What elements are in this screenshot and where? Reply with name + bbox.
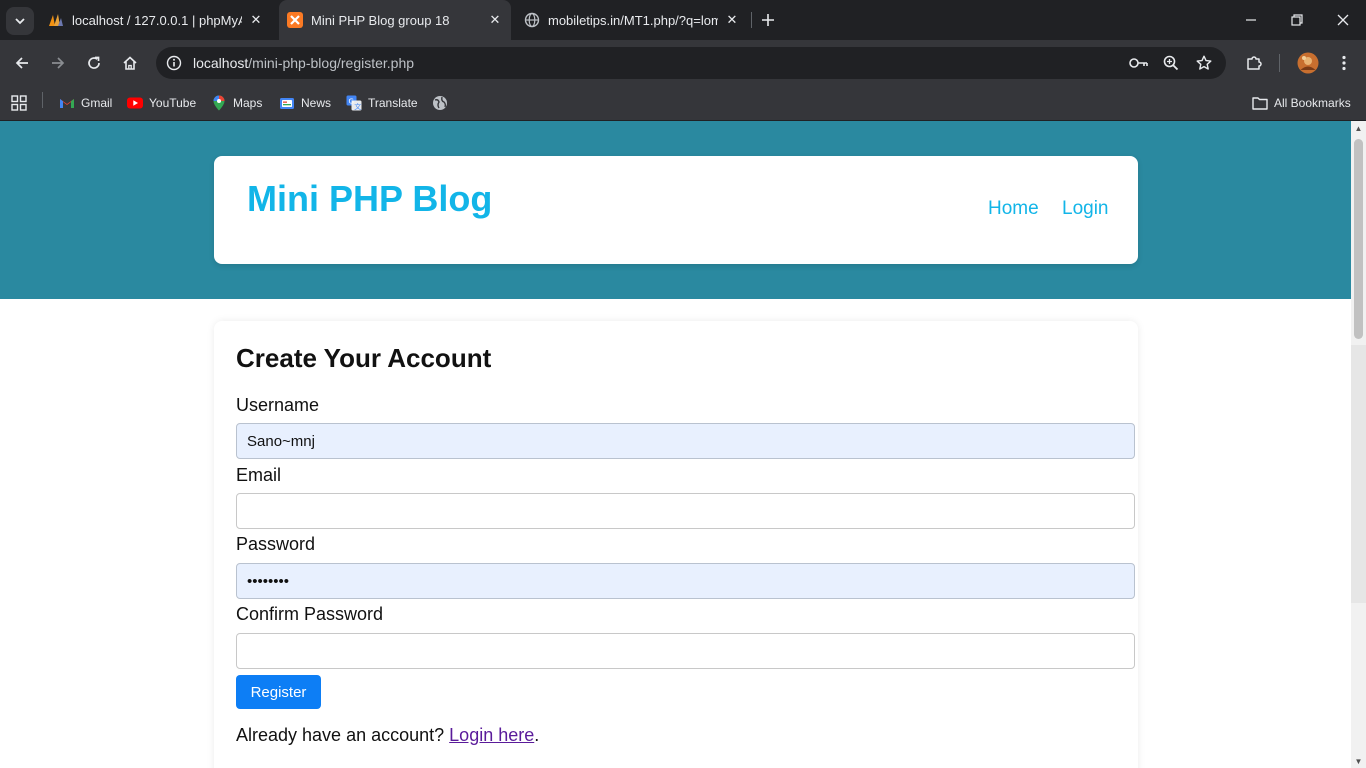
username-label: Username bbox=[236, 395, 320, 415]
login-prompt: Already have an account? Login here. bbox=[236, 725, 539, 746]
bookmarks-divider bbox=[42, 92, 43, 108]
site-brand[interactable]: Mini PHP Blog bbox=[247, 178, 492, 220]
bookmark-translate[interactable]: G文 Translate bbox=[346, 93, 418, 113]
reload-icon bbox=[88, 56, 100, 69]
page-viewport: Mini PHP Blog Home Login Create Your Acc… bbox=[0, 121, 1351, 768]
svg-text:G: G bbox=[349, 98, 354, 106]
tab-search-button[interactable] bbox=[6, 7, 34, 35]
bookmark-maps[interactable]: Maps bbox=[211, 93, 262, 113]
username-input[interactable] bbox=[236, 423, 1135, 459]
more-vert-icon bbox=[1342, 55, 1346, 71]
phpmyadmin-icon bbox=[48, 12, 64, 28]
folder-icon bbox=[1252, 95, 1268, 111]
nav-home-link[interactable]: Home bbox=[988, 198, 1039, 220]
password-label: Password bbox=[236, 534, 316, 554]
minimize-button[interactable] bbox=[1228, 0, 1274, 40]
url-text[interactable]: localhost/mini-php-blog/register.php bbox=[193, 55, 414, 71]
translate-icon: G文 bbox=[346, 95, 362, 111]
bookmark-label: Gmail bbox=[81, 96, 113, 110]
extensions-button[interactable] bbox=[1241, 50, 1267, 76]
maps-icon bbox=[211, 95, 227, 111]
bookmark-news[interactable]: News bbox=[279, 93, 331, 113]
all-bookmarks-label: All Bookmarks bbox=[1274, 96, 1351, 110]
close-icon[interactable]: ✕ bbox=[248, 12, 264, 28]
globe-icon bbox=[524, 12, 540, 28]
confirm-password-input[interactable] bbox=[236, 633, 1135, 669]
xampp-icon bbox=[287, 12, 303, 28]
tab-phpmyadmin[interactable]: localhost / 127.0.0.1 | phpMyAdmin ✕ bbox=[40, 0, 272, 40]
tab-title: mobiletips.in/MT1.php/?q=lomo bbox=[548, 12, 718, 28]
site-header: Mini PHP Blog Home Login bbox=[214, 156, 1138, 264]
restore-button[interactable] bbox=[1274, 0, 1320, 40]
bookmark-label: News bbox=[301, 96, 332, 110]
nav-login-link[interactable]: Login bbox=[1062, 198, 1109, 220]
puzzle-icon bbox=[1247, 56, 1262, 70]
bookmark-youtube[interactable]: YouTube bbox=[127, 93, 196, 113]
chevron-down-icon bbox=[15, 18, 25, 25]
close-icon bbox=[1337, 14, 1349, 26]
globe-icon bbox=[432, 95, 448, 111]
restore-icon bbox=[1291, 14, 1303, 26]
address-bar[interactable]: localhost/mini-php-blog/register.php bbox=[156, 47, 1226, 79]
tab-strip: localhost / 127.0.0.1 | phpMyAdmin ✕ Min… bbox=[0, 0, 1366, 40]
close-window-button[interactable] bbox=[1320, 0, 1366, 40]
apps-button[interactable] bbox=[11, 93, 27, 113]
arrow-right-icon bbox=[52, 57, 65, 69]
reload-button[interactable] bbox=[81, 50, 107, 76]
profile-avatar[interactable] bbox=[1294, 49, 1322, 77]
zoom-icon[interactable] bbox=[1161, 53, 1181, 73]
svg-text:文: 文 bbox=[354, 102, 361, 111]
gmail-icon bbox=[59, 95, 75, 111]
tab-title: Mini PHP Blog group 18 bbox=[311, 12, 450, 28]
login-prompt-text: Already have an account? bbox=[236, 725, 445, 745]
url-host: localhost bbox=[193, 55, 249, 71]
scroll-up-icon[interactable]: ▲ bbox=[1351, 121, 1366, 135]
url-path: /mini-php-blog/register.php bbox=[248, 55, 415, 71]
tab-title: localhost / 127.0.0.1 | phpMyAdmin bbox=[72, 12, 242, 28]
scrollbar-thumb[interactable] bbox=[1354, 139, 1363, 339]
register-button[interactable]: Register bbox=[236, 675, 321, 709]
bookmark-gmail[interactable]: Gmail bbox=[59, 93, 112, 113]
password-key-icon[interactable] bbox=[1129, 53, 1149, 73]
toolbar-divider bbox=[1279, 54, 1280, 72]
site-info-icon[interactable] bbox=[164, 53, 184, 73]
bookmark-star-icon[interactable] bbox=[1194, 53, 1214, 73]
apps-grid-icon bbox=[11, 95, 27, 111]
password-input[interactable] bbox=[236, 563, 1135, 599]
hero-banner: Mini PHP Blog Home Login bbox=[0, 121, 1351, 299]
confirm-password-label: Confirm Password bbox=[236, 604, 384, 624]
email-input[interactable] bbox=[236, 493, 1135, 529]
bookmark-label: YouTube bbox=[149, 96, 197, 110]
close-icon[interactable]: ✕ bbox=[724, 12, 740, 28]
news-icon bbox=[279, 95, 295, 111]
arrow-left-icon bbox=[15, 57, 28, 69]
scrollbar-track-highlight bbox=[1351, 345, 1366, 603]
close-icon[interactable]: ✕ bbox=[487, 12, 503, 28]
home-button[interactable] bbox=[117, 50, 143, 76]
scroll-down-icon[interactable]: ▼ bbox=[1351, 754, 1366, 768]
tab-mini-php-blog[interactable]: Mini PHP Blog group 18 ✕ bbox=[279, 0, 511, 40]
page-title: Create Your Account bbox=[236, 343, 492, 373]
register-card: Create Your Account Username Email Passw… bbox=[214, 321, 1138, 768]
all-bookmarks-button[interactable]: All Bookmarks bbox=[1252, 93, 1351, 113]
chrome-menu-button[interactable] bbox=[1331, 50, 1357, 76]
youtube-icon bbox=[127, 95, 143, 111]
bookmarks-bar: Gmail YouTube Maps News G文 Translate All… bbox=[0, 85, 1366, 121]
login-here-link[interactable]: Login here bbox=[449, 725, 534, 745]
new-tab-button[interactable] bbox=[757, 9, 779, 31]
tab-divider bbox=[751, 12, 752, 28]
bookmark-label: Maps bbox=[233, 96, 263, 110]
email-label: Email bbox=[236, 465, 282, 485]
plus-icon bbox=[762, 14, 774, 26]
avatar-icon bbox=[1297, 52, 1319, 74]
bookmark-label: Translate bbox=[368, 96, 418, 110]
tab-mobiletips[interactable]: mobiletips.in/MT1.php/?q=lomo ✕ bbox=[516, 0, 748, 40]
minimize-icon bbox=[1246, 19, 1256, 21]
login-prompt-period: . bbox=[534, 725, 540, 745]
forward-button[interactable] bbox=[45, 50, 71, 76]
home-icon bbox=[123, 56, 137, 70]
back-button[interactable] bbox=[9, 50, 35, 76]
bookmark-globe[interactable] bbox=[432, 93, 454, 113]
